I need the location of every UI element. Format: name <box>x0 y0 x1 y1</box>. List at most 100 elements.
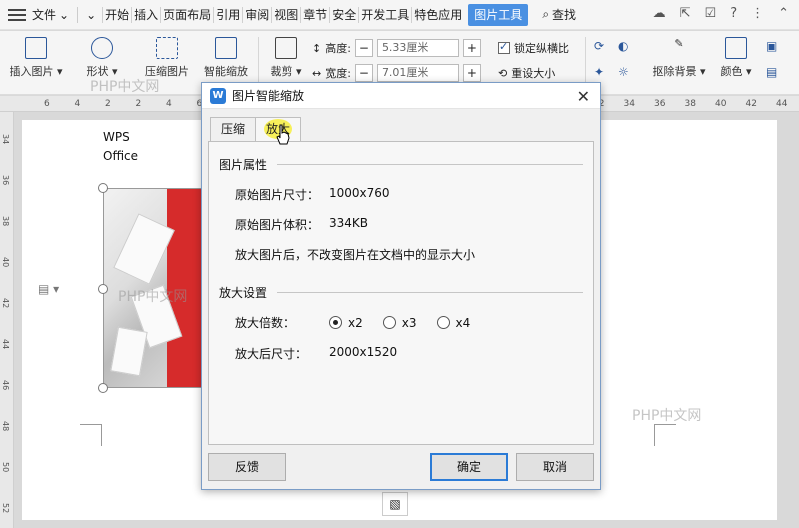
section-settings-title: 放大设置 <box>219 286 268 300</box>
width-row: ↔ 宽度: − 7.01厘米 + <box>312 64 481 82</box>
radio-x4-icon <box>436 316 450 329</box>
paragraph-marker-icon[interactable]: ▤ ▾ <box>38 282 59 296</box>
factor-x4-label: x4 <box>455 315 471 330</box>
share-icon[interactable]: ⇱ <box>680 6 691 21</box>
divider <box>77 6 79 23</box>
result-size-value: 2000x1520 <box>329 345 398 359</box>
height-increase-button[interactable]: + <box>462 39 481 57</box>
ruler-tick-label: 36 <box>1 175 10 186</box>
quick-access-chevron-icon[interactable]: ⌄ <box>86 8 96 22</box>
height-decrease-button[interactable]: − <box>354 39 373 57</box>
hamburger-menu-icon[interactable] <box>8 7 26 23</box>
tab-chapter[interactable]: 章节 <box>300 6 329 23</box>
orig-volume-label: 原始图片体积： <box>235 218 320 232</box>
margin-corner-mark <box>80 424 102 446</box>
resize-handle[interactable] <box>98 383 108 393</box>
orig-size-value: 1000x760 <box>329 186 390 200</box>
lock-ratio-checkbox[interactable]: 锁定纵横比 <box>498 40 569 56</box>
tab-insert[interactable]: 插入 <box>131 6 160 23</box>
tab-developer[interactable]: 开发工具 <box>358 6 411 23</box>
tab-home[interactable]: 开始 <box>102 6 131 23</box>
ruler-tick-label: 44 <box>1 339 10 350</box>
doc-line-wps: WPS <box>103 130 130 144</box>
help-icon[interactable]: ? <box>730 6 737 21</box>
checklist-icon[interactable]: ☑ <box>705 6 717 21</box>
section-props-title: 图片属性 <box>219 158 268 172</box>
color-icon <box>725 37 747 59</box>
tab-references[interactable]: 引用 <box>213 6 242 23</box>
factor-option-x3[interactable]: x3 <box>382 316 417 330</box>
cancel-button[interactable]: 取消 <box>516 453 594 481</box>
picture-icon <box>25 37 47 59</box>
ruler-tick-label: 4 <box>166 99 172 109</box>
crop-button[interactable]: 裁剪 ▾ <box>266 37 306 79</box>
rotate-icon[interactable]: ⟳ <box>594 39 604 53</box>
width-decrease-button[interactable]: − <box>354 64 373 82</box>
tab-compress[interactable]: 压缩 <box>210 117 256 141</box>
width-increase-button[interactable]: + <box>462 64 481 82</box>
smart-zoom-label: 智能缩放 <box>204 65 248 78</box>
close-icon[interactable]: ✕ <box>577 87 590 106</box>
vertical-ruler[interactable]: 34 36 38 40 42 44 46 48 50 52 <box>0 112 14 528</box>
remove-bg-label: 抠除背景 <box>652 65 697 78</box>
contrast-icon[interactable]: ☼ <box>618 65 629 79</box>
compress-picture-button[interactable]: 压缩图片 <box>140 37 194 79</box>
menu-bar: 文件 ⌄ ⌄ 开始 插入 页面布局 引用 审阅 视图 章节 安全 开发工具 特色… <box>0 0 799 30</box>
wps-logo-icon: W <box>210 87 226 104</box>
feedback-button[interactable]: 反馈 <box>208 453 286 481</box>
cloud-sync-icon[interactable]: ☁ <box>653 6 666 21</box>
factor-option-x2[interactable]: x2 <box>329 316 363 330</box>
shape-button[interactable]: 形状 ▾ <box>82 37 122 79</box>
image-layout-float-button[interactable]: ▧ <box>382 492 408 516</box>
search-button[interactable]: ⌕ 查找 <box>542 6 576 23</box>
divider <box>585 37 586 87</box>
resize-handle[interactable] <box>98 183 108 193</box>
height-input[interactable]: 5.33厘米 <box>376 39 459 57</box>
crop-icon <box>275 37 297 59</box>
tab-security[interactable]: 安全 <box>329 6 358 23</box>
ruler-tick-label: 38 <box>1 216 10 227</box>
flip-icon[interactable]: ◐ <box>618 39 628 53</box>
hand-cursor-icon <box>276 124 290 145</box>
margin-corner-mark <box>101 424 102 446</box>
divider <box>277 164 583 165</box>
ruler-tick-label: 40 <box>715 99 727 109</box>
result-size-row: 放大后尺寸： 2000x1520 <box>235 345 397 362</box>
more-icon[interactable]: ⋮ <box>751 6 764 21</box>
picture-border-icon[interactable]: ▣ <box>766 39 777 53</box>
margin-corner-mark <box>654 424 676 446</box>
document-picture[interactable] <box>103 188 203 388</box>
tab-picture-tools[interactable]: 图片工具 <box>468 3 529 26</box>
enlarge-note-text: 放大图片后，不改变图片在文档中的显示大小 <box>235 248 476 262</box>
divider <box>258 37 259 87</box>
document-text[interactable]: WPS Office <box>103 128 138 166</box>
dialog-titlebar[interactable]: W 图片智能缩放 ✕ <box>202 83 600 109</box>
tab-review[interactable]: 审阅 <box>242 6 271 23</box>
remove-background-button[interactable]: ✎ 抠除背景 ▾ <box>648 37 710 79</box>
search-label: 查找 <box>552 8 577 22</box>
collapse-ribbon-icon[interactable]: ⌃ <box>778 6 789 21</box>
tab-page-layout[interactable]: 页面布局 <box>160 6 213 23</box>
width-input[interactable]: 7.01厘米 <box>376 64 459 82</box>
width-label: 宽度: <box>325 67 351 80</box>
smart-zoom-button[interactable]: 智能缩放 <box>200 37 252 79</box>
brightness-icon[interactable]: ✦ <box>594 65 604 79</box>
reset-size-button[interactable]: ⟲ 重设大小 <box>498 65 555 81</box>
ruler-tick-label: 52 <box>1 503 10 514</box>
insert-picture-button[interactable]: 插入图片 ▾ <box>6 37 66 79</box>
picture-effect-icon[interactable]: ▤ <box>766 65 777 79</box>
tab-view[interactable]: 视图 <box>271 6 300 23</box>
resize-handle[interactable] <box>98 284 108 294</box>
color-button[interactable]: 颜色 ▾ <box>716 37 756 79</box>
file-menu[interactable]: 文件 ⌄ <box>32 6 69 23</box>
ruler-tick-label: 50 <box>1 462 10 473</box>
ruler-tick-label: 2 <box>105 99 111 109</box>
file-menu-label: 文件 <box>32 8 57 22</box>
tab-featured[interactable]: 特色应用 <box>411 6 464 23</box>
ok-button[interactable]: 确定 <box>430 453 508 481</box>
ruler-tick-label: 4 <box>74 99 81 109</box>
doc-line-office: Office <box>103 149 139 163</box>
shape-label: 形状 <box>86 65 109 78</box>
factor-option-x4[interactable]: x4 <box>436 315 471 330</box>
height-icon: ↕ <box>312 41 322 55</box>
